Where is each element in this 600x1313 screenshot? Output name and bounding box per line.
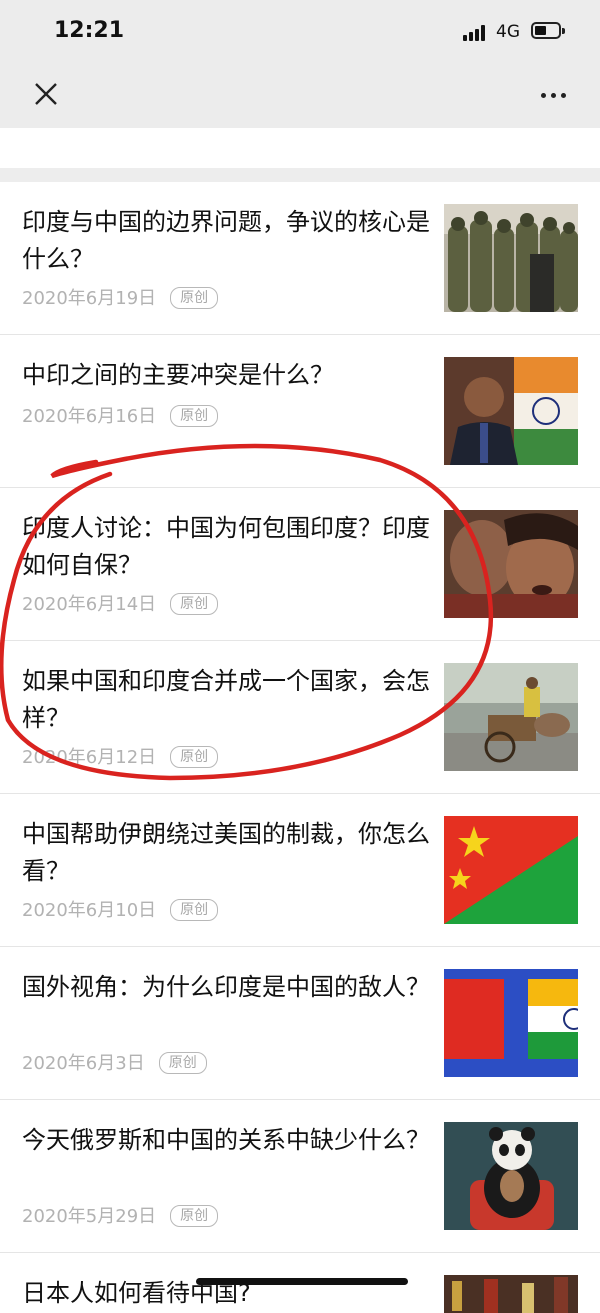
article-meta: 2020年6月3日 原创 bbox=[22, 1049, 207, 1075]
original-badge: 原创 bbox=[170, 746, 219, 768]
original-badge: 原创 bbox=[170, 405, 219, 427]
article-date: 2020年6月12日 bbox=[22, 747, 157, 768]
article-title: 国外视角：为什么印度是中国的敌人？ bbox=[22, 973, 430, 1001]
article-meta: 2020年6月19日 原创 bbox=[22, 284, 219, 310]
article-title: 如果中国和印度合并成一个国家，会怎样？ bbox=[22, 667, 430, 732]
article-meta: 2020年5月29日 原创 bbox=[22, 1202, 219, 1228]
article-date: 2020年6月10日 bbox=[22, 900, 157, 921]
more-button[interactable] bbox=[536, 84, 572, 106]
article-title: 印度与中国的边界问题，争议的核心是什么？ bbox=[22, 208, 430, 273]
network-type: 4G bbox=[496, 22, 520, 42]
original-badge: 原创 bbox=[170, 287, 219, 309]
original-badge: 原创 bbox=[170, 899, 219, 921]
article-item[interactable]: 印度与中国的边界问题，争议的核心是什么？ 2020年6月19日 原创 bbox=[0, 182, 600, 335]
battery-icon bbox=[531, 22, 565, 39]
nav-bar bbox=[0, 62, 600, 128]
status-time: 12:21 bbox=[54, 18, 125, 43]
article-item[interactable]: 中印之间的主要冲突是什么？ 2020年6月16日 原创 bbox=[0, 335, 600, 488]
article-item[interactable]: 中国帮助伊朗绕过美国的制裁，你怎么看？ 2020年6月10日 原创 bbox=[0, 794, 600, 947]
article-date: 2020年5月29日 bbox=[22, 1206, 157, 1227]
article-meta: 2020年6月14日 原创 bbox=[22, 590, 219, 616]
article-title: 今天俄罗斯和中国的关系中缺少什么？ bbox=[22, 1126, 430, 1154]
article-date: 2020年6月19日 bbox=[22, 288, 157, 309]
soldiers-photo bbox=[444, 204, 578, 312]
status-bar: 12:21 4G bbox=[0, 0, 600, 62]
section-divider bbox=[0, 168, 600, 182]
original-badge: 原创 bbox=[170, 1205, 219, 1227]
header-spacer bbox=[0, 128, 600, 168]
close-icon bbox=[35, 83, 57, 105]
article-item[interactable]: 如果中国和印度合并成一个国家，会怎样？ 2020年6月12日 原创 bbox=[0, 641, 600, 794]
china-iran-flags-image bbox=[444, 816, 578, 924]
article-item[interactable]: 国外视角：为什么印度是中国的敌人？ 2020年6月3日 原创 bbox=[0, 947, 600, 1100]
article-meta: 2020年6月16日 原创 bbox=[22, 402, 219, 428]
crying-women-photo bbox=[444, 510, 578, 618]
article-title: 印度人讨论：中国为何包围印度？印度如何自保？ bbox=[22, 514, 430, 579]
street-cart-photo bbox=[444, 663, 578, 771]
article-title: 中印之间的主要冲突是什么？ bbox=[22, 361, 334, 389]
article-list: 印度与中国的边界问题，争议的核心是什么？ 2020年6月19日 原创 中印之间的… bbox=[0, 182, 600, 1313]
city-street-photo bbox=[444, 1275, 578, 1313]
close-button[interactable] bbox=[28, 80, 64, 110]
article-meta: 2020年6月12日 原创 bbox=[22, 743, 219, 769]
official-with-flag-photo bbox=[444, 357, 578, 465]
article-date: 2020年6月16日 bbox=[22, 406, 157, 427]
home-indicator bbox=[196, 1278, 408, 1285]
article-meta: 2020年6月10日 原创 bbox=[22, 896, 219, 922]
more-icon bbox=[541, 93, 546, 98]
article-date: 2020年6月14日 bbox=[22, 594, 157, 615]
signal-icon bbox=[463, 25, 489, 41]
article-date: 2020年6月3日 bbox=[22, 1053, 145, 1074]
article-title: 中国帮助伊朗绕过美国的制裁，你怎么看？ bbox=[22, 820, 430, 885]
article-item[interactable]: 印度人讨论：中国为何包围印度？印度如何自保？ 2020年6月14日 原创 bbox=[0, 488, 600, 641]
article-item[interactable]: 今天俄罗斯和中国的关系中缺少什么？ 2020年5月29日 原创 bbox=[0, 1100, 600, 1253]
panda-bear-image bbox=[444, 1122, 578, 1230]
original-badge: 原创 bbox=[158, 1052, 207, 1074]
china-india-flags-image bbox=[444, 969, 578, 1077]
original-badge: 原创 bbox=[170, 593, 219, 615]
